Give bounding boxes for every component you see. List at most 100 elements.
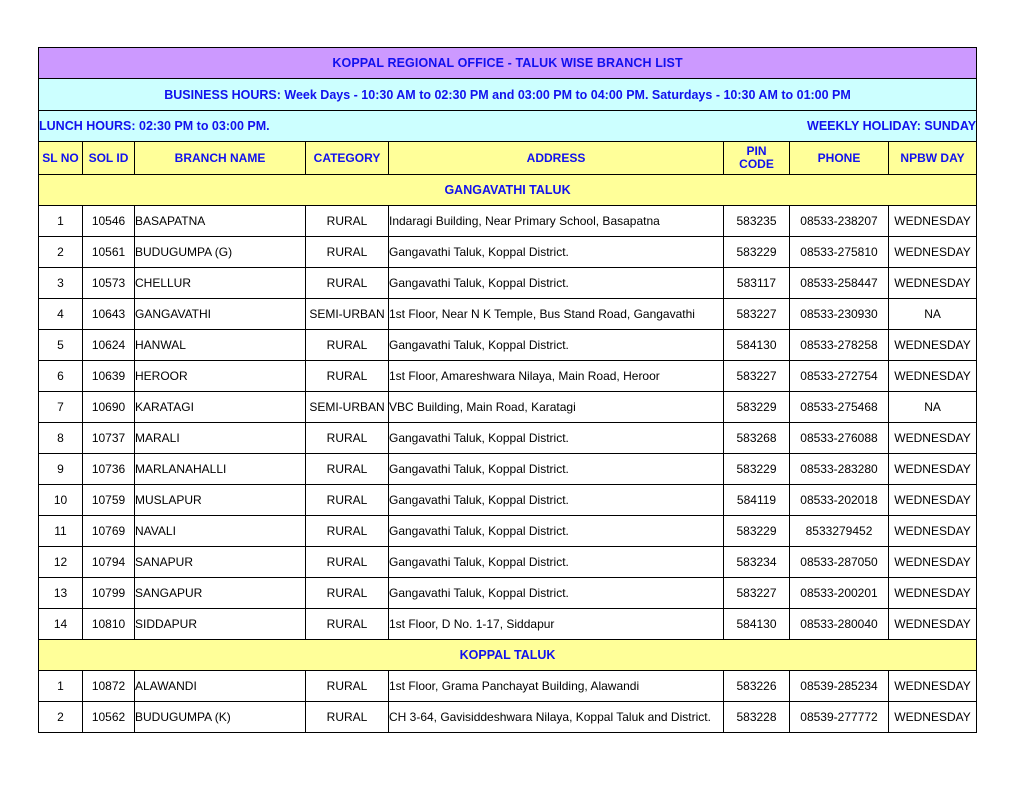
page-root: KOPPAL REGIONAL OFFICE - TALUK WISE BRAN… xyxy=(0,0,1020,788)
cell-sl-no: 5 xyxy=(38,329,83,361)
table-row: 7 10690 KARATAGI SEMI-URBAN VBC Building, Ma… xyxy=(38,391,978,423)
column-header-category: CATEGORY xyxy=(305,141,389,175)
column-header-sl-no: SL NO xyxy=(38,141,83,175)
cell-sl-no: 1 xyxy=(38,670,83,702)
cell-branch-name: CHELLUR xyxy=(134,267,306,299)
cell-category: SEMI-URBAN xyxy=(305,298,389,330)
cell-phone: 08533-258447 xyxy=(789,267,889,299)
taluk-section-header-row: GANGAVATHI TALUK xyxy=(37,174,978,206)
taluk-section-header-row: KOPPAL TALUK xyxy=(37,639,978,671)
cell-sl-no: 1 xyxy=(38,205,83,237)
cell-address: Gangavathi Taluk, Koppal District. xyxy=(388,267,724,299)
cell-category: RURAL xyxy=(305,515,389,547)
cell-address: VBC Building, Main Road, Karatagi xyxy=(388,391,724,423)
table-row: 2 10562 BUDUGUMPA (K) RURAL CH 3-64, Gavisid… xyxy=(38,701,978,733)
cell-category: SEMI-URBAN xyxy=(305,391,389,423)
cell-sol-id: 10769 xyxy=(82,515,135,547)
cell-phone: 8533279452 xyxy=(789,515,889,547)
table-row: 9 10736 MARLANAHALLI RURAL Gangavathi Taluk,… xyxy=(38,453,978,485)
cell-phone: 08539-285234 xyxy=(789,670,889,702)
cell-phone: 08533-287050 xyxy=(789,546,889,578)
cell-phone: 08533-276088 xyxy=(789,422,889,454)
column-header-npbw-day: NPBW DAY xyxy=(887,141,978,175)
cell-sl-no: 11 xyxy=(38,515,83,547)
business-hours-row: BUSINESS HOURS: Week Days - 10:30 AM to … xyxy=(37,78,978,111)
cell-pin-code: 583117 xyxy=(723,267,790,299)
cell-npbw-day: WEDNESDAY xyxy=(887,329,978,361)
cell-npbw-day: WEDNESDAY xyxy=(887,267,978,299)
cell-sl-no: 8 xyxy=(38,422,83,454)
business-hours-text: BUSINESS HOURS: Week Days - 10:30 AM to … xyxy=(37,78,978,111)
cell-sl-no: 14 xyxy=(38,608,83,640)
cell-category: RURAL xyxy=(305,360,389,392)
cell-branch-name: HANWAL xyxy=(134,329,306,361)
taluk-section-title: KOPPAL TALUK xyxy=(37,639,978,671)
cell-npbw-day: WEDNESDAY xyxy=(887,422,978,454)
cell-category: RURAL xyxy=(305,546,389,578)
cell-sl-no: 7 xyxy=(38,391,83,423)
cell-sol-id: 10810 xyxy=(82,608,135,640)
table-row: 1 10546 BASAPATNA RURAL Indaragi Building, N… xyxy=(38,205,978,237)
lunch-hours-row: LUNCH HOURS: 02:30 PM to 03:00 PM. WEEKL… xyxy=(37,110,978,142)
cell-pin-code: 584130 xyxy=(723,329,790,361)
cell-category: RURAL xyxy=(305,577,389,609)
cell-address: Gangavathi Taluk, Koppal District. xyxy=(388,329,724,361)
cell-branch-name: SIDDAPUR xyxy=(134,608,306,640)
cell-branch-name: MARALI xyxy=(134,422,306,454)
cell-phone: 08539-277772 xyxy=(789,701,889,733)
table-row: 14 10810 SIDDAPUR RURAL 1st Floor, D No. 1-1… xyxy=(38,608,978,640)
cell-address: 1st Floor, Near N K Temple, Bus Stand Ro… xyxy=(388,298,724,330)
table-row: 3 10573 CHELLUR RURAL Gangavathi Taluk, Kopp… xyxy=(38,267,978,299)
cell-category: RURAL xyxy=(305,329,389,361)
column-header-sol-id: SOL ID xyxy=(82,141,135,175)
cell-pin-code: 583229 xyxy=(723,453,790,485)
cell-npbw-day: WEDNESDAY xyxy=(887,670,978,702)
cell-branch-name: ALAWANDI xyxy=(134,670,306,702)
cell-category: RURAL xyxy=(305,701,389,733)
cell-category: RURAL xyxy=(305,205,389,237)
cell-sol-id: 10799 xyxy=(82,577,135,609)
cell-npbw-day: NA xyxy=(887,298,978,330)
cell-branch-name: BUDUGUMPA (K) xyxy=(134,701,306,733)
table-row: 11 10769 NAVALI RURAL Gangavathi Taluk, Kopp… xyxy=(38,515,978,547)
cell-npbw-day: WEDNESDAY xyxy=(887,236,978,268)
cell-sl-no: 9 xyxy=(38,453,83,485)
cell-phone: 08533-280040 xyxy=(789,608,889,640)
cell-npbw-day: WEDNESDAY xyxy=(887,577,978,609)
cell-branch-name: BASAPATNA xyxy=(134,205,306,237)
cell-sol-id: 10794 xyxy=(82,546,135,578)
cell-pin-code: 583227 xyxy=(723,298,790,330)
cell-branch-name: HEROOR xyxy=(134,360,306,392)
lunch-holiday-wrap: LUNCH HOURS: 02:30 PM to 03:00 PM. WEEKL… xyxy=(39,119,976,133)
cell-phone: 08533-283280 xyxy=(789,453,889,485)
cell-address: 1st Floor, Grama Panchayat Building, Ala… xyxy=(388,670,724,702)
cell-sl-no: 2 xyxy=(38,701,83,733)
cell-address: Gangavathi Taluk, Koppal District. xyxy=(388,484,724,516)
cell-sl-no: 13 xyxy=(38,577,83,609)
cell-sol-id: 10690 xyxy=(82,391,135,423)
cell-address: Gangavathi Taluk, Koppal District. xyxy=(388,236,724,268)
cell-address: CH 3-64, Gavisiddeshwara Nilaya, Koppal … xyxy=(388,701,724,733)
cell-category: RURAL xyxy=(305,484,389,516)
cell-phone: 08533-272754 xyxy=(789,360,889,392)
cell-branch-name: SANGAPUR xyxy=(134,577,306,609)
table-row: 10 10759 MUSLAPUR RURAL Gangavathi Taluk, Ko… xyxy=(38,484,978,516)
column-header-branch-name: BRANCH NAME xyxy=(134,141,306,175)
lunch-hours-text: LUNCH HOURS: 02:30 PM to 03:00 PM. xyxy=(39,119,270,133)
cell-category: RURAL xyxy=(305,453,389,485)
cell-npbw-day: NA xyxy=(887,391,978,423)
cell-npbw-day: WEDNESDAY xyxy=(887,701,978,733)
page-title: KOPPAL REGIONAL OFFICE - TALUK WISE BRAN… xyxy=(37,47,978,79)
cell-npbw-day: WEDNESDAY xyxy=(887,205,978,237)
cell-pin-code: 583227 xyxy=(723,577,790,609)
cell-sol-id: 10573 xyxy=(82,267,135,299)
cell-branch-name: KARATAGI xyxy=(134,391,306,423)
cell-npbw-day: WEDNESDAY xyxy=(887,484,978,516)
cell-sl-no: 2 xyxy=(38,236,83,268)
cell-pin-code: 583229 xyxy=(723,391,790,423)
cell-address: Indaragi Building, Near Primary School, … xyxy=(388,205,724,237)
cell-sol-id: 10624 xyxy=(82,329,135,361)
cell-address: Gangavathi Taluk, Koppal District. xyxy=(388,515,724,547)
cell-address: Gangavathi Taluk, Koppal District. xyxy=(388,422,724,454)
cell-phone: 08533-200201 xyxy=(789,577,889,609)
